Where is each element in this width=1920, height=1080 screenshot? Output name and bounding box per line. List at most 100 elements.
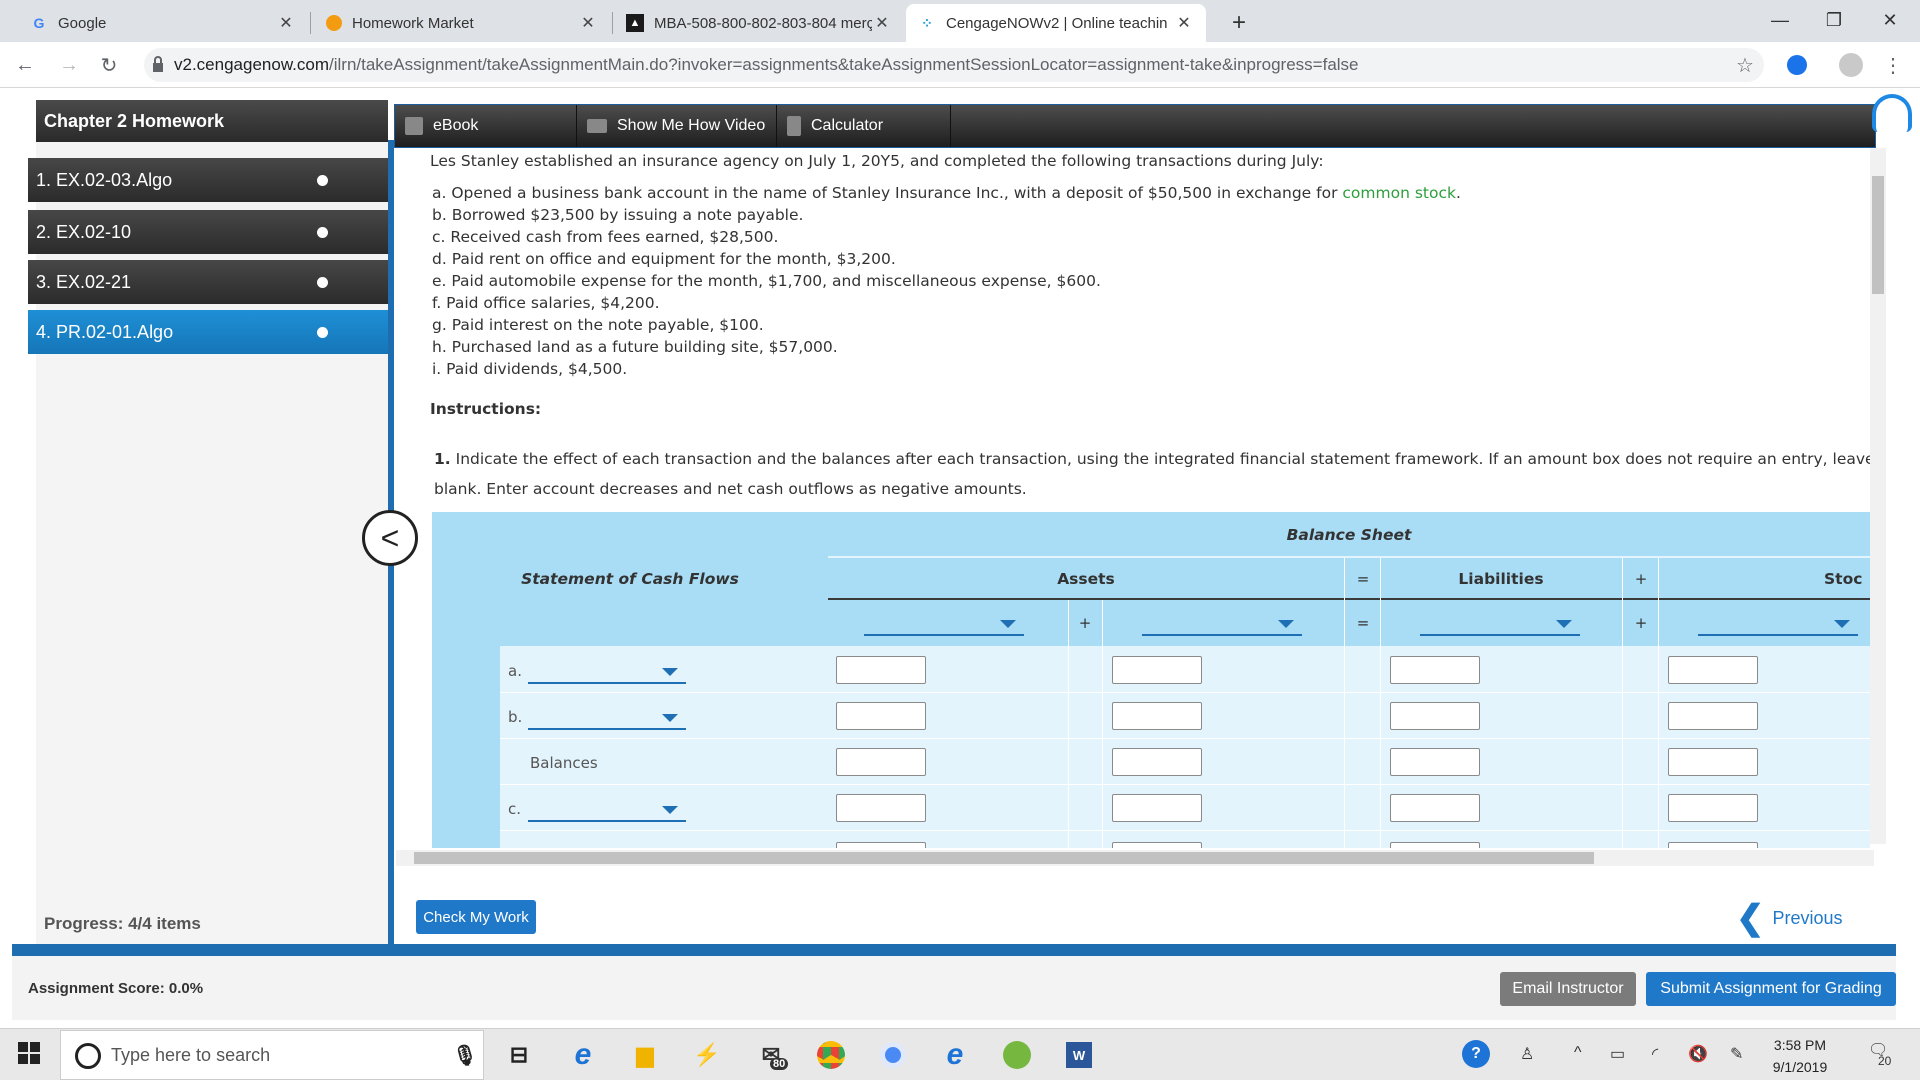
close-tab-icon[interactable]: ✕ xyxy=(1174,13,1194,33)
amount-input[interactable] xyxy=(1112,702,1202,730)
tab-mba[interactable]: ▲ MBA-508-800-802-803-804 merç ✕ xyxy=(614,4,904,42)
pen-icon[interactable]: ✎ xyxy=(1730,1044,1743,1064)
people-icon[interactable]: ♙ xyxy=(1520,1044,1534,1064)
vs-code-icon[interactable]: ⚡ xyxy=(688,1036,726,1074)
taskbar-clock[interactable]: 3:58 PM 9/1/2019 xyxy=(1760,1034,1840,1078)
amount-input[interactable] xyxy=(836,656,926,684)
video-button[interactable]: Show Me How Video xyxy=(577,105,777,147)
back-icon[interactable]: ← xyxy=(10,50,40,80)
amount-input[interactable] xyxy=(1668,842,1758,848)
close-tab-icon[interactable]: ✕ xyxy=(578,13,598,33)
cash-flow-dropdown-c[interactable] xyxy=(528,796,686,822)
previous-button[interactable]: ❮ Previous xyxy=(1736,898,1843,938)
amount-input[interactable] xyxy=(1112,842,1202,848)
menu-dots-icon[interactable]: ⋮ xyxy=(1878,50,1908,80)
bookmark-star-icon[interactable]: ☆ xyxy=(1730,50,1760,80)
transaction-i: i. Paid dividends, $4,500. xyxy=(432,360,628,378)
notifications-icon[interactable]: 🗨 20 xyxy=(1868,1040,1891,1068)
amount-input[interactable] xyxy=(836,748,926,776)
new-tab-button[interactable]: + xyxy=(1220,4,1260,42)
email-instructor-button[interactable]: Email Instructor xyxy=(1500,972,1636,1006)
amount-input[interactable] xyxy=(1390,748,1480,776)
amount-input[interactable] xyxy=(1668,702,1758,730)
battery-icon[interactable]: ▭ xyxy=(1610,1044,1625,1064)
cengage-icon: ⁘ xyxy=(921,14,933,31)
amount-input[interactable] xyxy=(1390,842,1480,848)
forward-icon[interactable]: → xyxy=(54,50,84,80)
profile-avatar[interactable] xyxy=(1836,50,1866,80)
task-view-icon[interactable]: ⊟ xyxy=(500,1036,538,1074)
amount-input[interactable] xyxy=(1668,748,1758,776)
show-hidden-icons[interactable]: ^ xyxy=(1574,1044,1582,1062)
amount-input[interactable] xyxy=(1112,656,1202,684)
close-tab-icon[interactable]: ✕ xyxy=(276,13,296,33)
sidebar-item-4[interactable]: 4. PR.02-01.Algo xyxy=(28,310,388,354)
google-icon: G xyxy=(33,15,45,31)
transaction-h: h. Purchased land as a future building s… xyxy=(432,338,838,356)
problem-intro: Les Stanley established an insurance age… xyxy=(430,152,1324,170)
amount-input[interactable] xyxy=(1390,794,1480,822)
chevron-down-icon xyxy=(1278,620,1294,628)
help-icon[interactable]: ? xyxy=(1462,1040,1490,1068)
amount-input[interactable] xyxy=(1390,702,1480,730)
plus-sign: + xyxy=(1634,614,1648,632)
close-window-icon[interactable]: ✕ xyxy=(1860,0,1920,40)
amount-input[interactable] xyxy=(1112,794,1202,822)
amount-input[interactable] xyxy=(836,842,926,848)
mail-icon[interactable]: ✉ 80 xyxy=(752,1036,790,1074)
equity-account-dropdown[interactable] xyxy=(1698,610,1858,636)
reload-icon[interactable]: ↻ xyxy=(94,50,124,80)
cash-flow-dropdown-a[interactable] xyxy=(528,658,686,684)
assignment-score: Assignment Score: 0.0% xyxy=(28,980,204,997)
ebook-button[interactable]: eBook xyxy=(395,105,577,147)
common-stock-link[interactable]: common stock xyxy=(1342,184,1456,202)
internet-explorer-icon[interactable]: e xyxy=(936,1036,974,1074)
amount-input[interactable] xyxy=(1668,656,1758,684)
amount-input[interactable] xyxy=(1112,748,1202,776)
vertical-scrollbar-thumb[interactable] xyxy=(1872,176,1884,294)
tab-google[interactable]: G Google ✕ xyxy=(18,4,308,42)
word-icon[interactable]: W xyxy=(1060,1036,1098,1074)
file-explorer-icon[interactable]: ▆ xyxy=(626,1036,664,1074)
tab-homework-market[interactable]: Homework Market ✕ xyxy=(314,4,610,42)
support-headset-icon[interactable] xyxy=(1872,94,1912,132)
microphone-icon[interactable]: 🎙 xyxy=(446,1036,484,1074)
transaction-g: g. Paid interest on the note payable, $1… xyxy=(432,316,764,334)
amount-input[interactable] xyxy=(1390,656,1480,684)
amount-input[interactable] xyxy=(1668,794,1758,822)
cash-flow-dropdown-b[interactable] xyxy=(528,704,686,730)
calculator-button[interactable]: Calculator xyxy=(777,105,951,147)
chevron-down-icon xyxy=(1834,620,1850,628)
amount-input[interactable] xyxy=(836,794,926,822)
extension-icon[interactable] xyxy=(1782,50,1812,80)
utorrent-icon[interactable] xyxy=(998,1036,1036,1074)
liabilities-heading: Liabilities xyxy=(1458,570,1544,588)
horizontal-scrollbar-thumb[interactable] xyxy=(414,852,1594,864)
volume-muted-icon[interactable]: 🔇 xyxy=(1688,1044,1708,1064)
asset-account-dropdown-2[interactable] xyxy=(1142,610,1302,636)
taskbar-search-input[interactable]: Type here to search xyxy=(60,1030,484,1080)
chrome-profile-icon[interactable] xyxy=(874,1036,912,1074)
check-my-work-button[interactable]: Check My Work xyxy=(416,900,536,934)
collapse-sidebar-button[interactable]: < xyxy=(362,510,418,566)
asset-account-dropdown-1[interactable] xyxy=(864,610,1024,636)
transaction-c: c. Received cash from fees earned, $28,5… xyxy=(432,228,779,246)
chrome-icon[interactable] xyxy=(812,1036,850,1074)
maximize-icon[interactable]: ❐ xyxy=(1804,0,1864,40)
amount-input[interactable] xyxy=(836,702,926,730)
minimize-icon[interactable]: — xyxy=(1750,0,1810,40)
address-bar[interactable]: v2.cengagenow.com/ilrn/takeAssignment/ta… xyxy=(144,48,1764,82)
url-path: /ilrn/takeAssignment/takeAssignmentMain.… xyxy=(329,55,1359,74)
liability-account-dropdown[interactable] xyxy=(1420,610,1580,636)
mail-badge: 80 xyxy=(770,1058,789,1070)
submit-assignment-button[interactable]: Submit Assignment for Grading xyxy=(1646,972,1896,1006)
wifi-icon[interactable]: ◜ xyxy=(1652,1044,1658,1064)
equals-sign: = xyxy=(1356,614,1370,632)
tab-cengage[interactable]: ⁘ CengageNOWv2 | Online teachin ✕ xyxy=(906,4,1206,42)
close-tab-icon[interactable]: ✕ xyxy=(872,13,892,33)
windows-start-icon[interactable] xyxy=(18,1042,40,1064)
edge-icon[interactable]: e xyxy=(564,1036,602,1074)
sidebar-item-1[interactable]: 1. EX.02-03.Algo xyxy=(28,158,388,202)
sidebar-item-2[interactable]: 2. EX.02-10 xyxy=(28,210,388,254)
sidebar-item-3[interactable]: 3. EX.02-21 xyxy=(28,260,388,304)
